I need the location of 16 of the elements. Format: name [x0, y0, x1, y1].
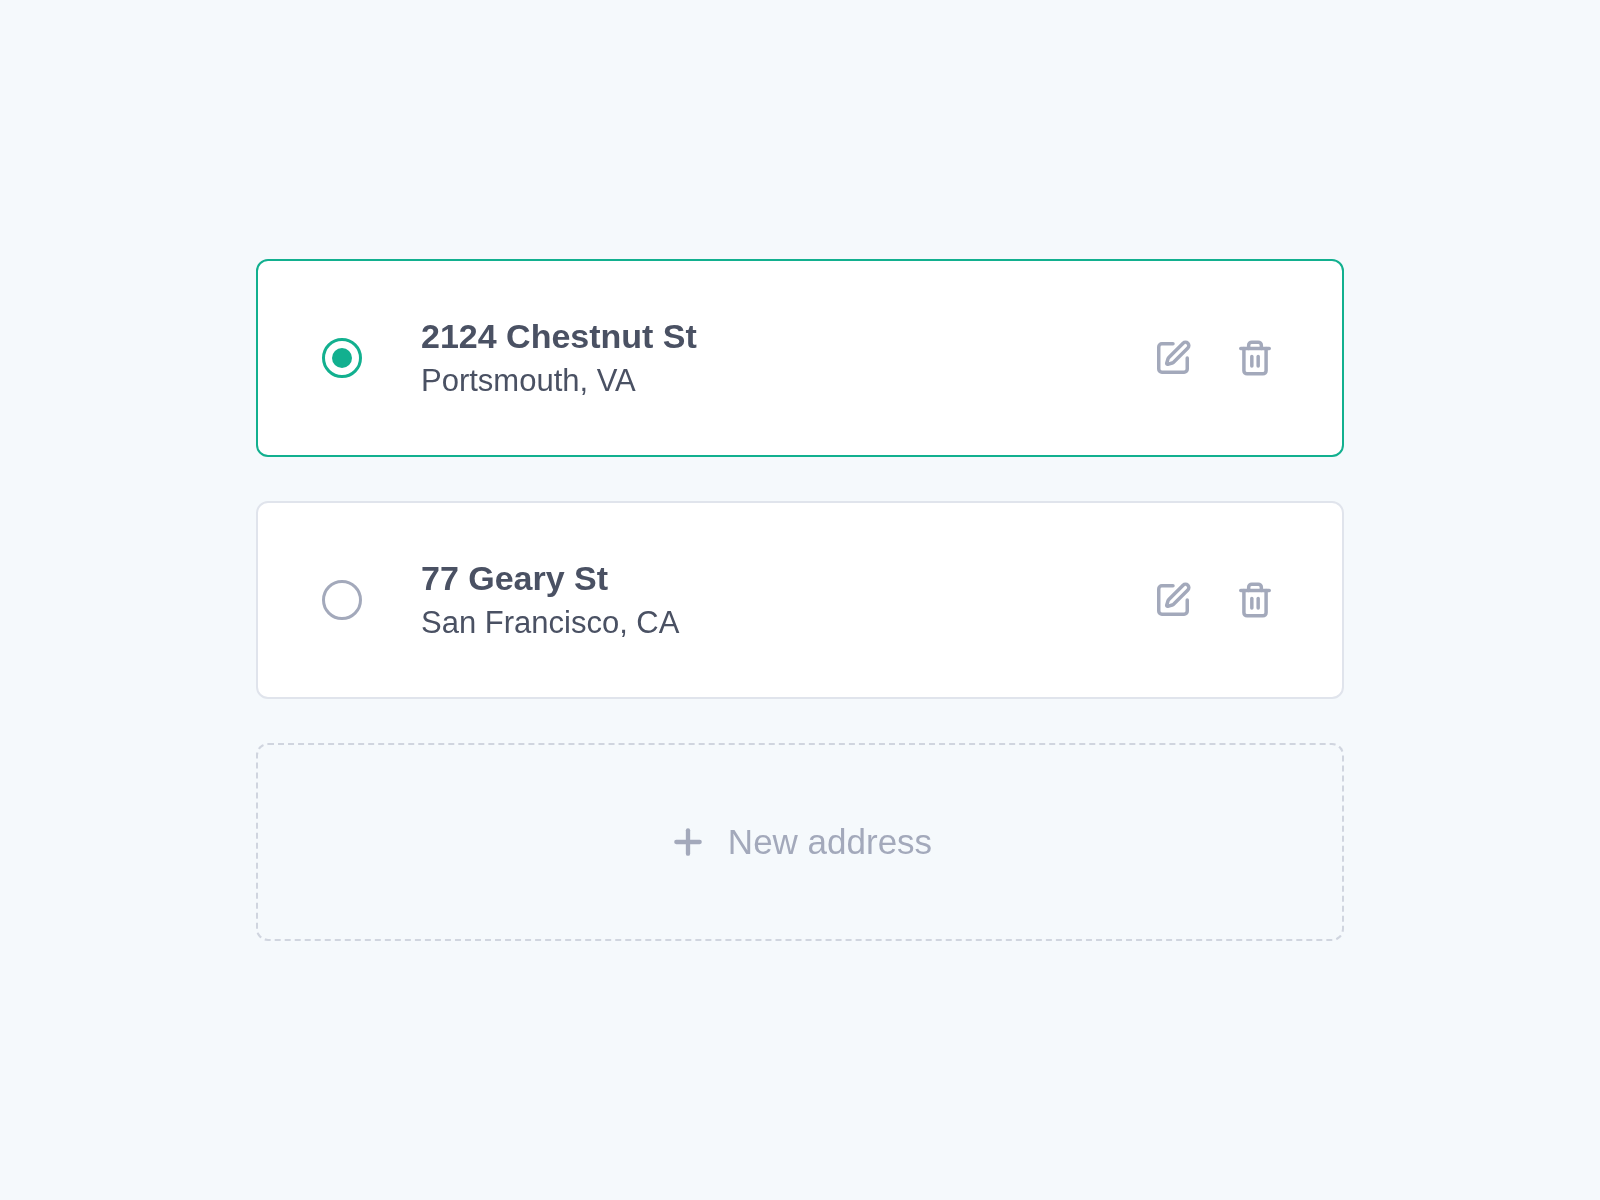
delete-button[interactable]: [1236, 581, 1274, 619]
trash-icon: [1236, 339, 1274, 377]
city-text: Portsmouth, VA: [421, 362, 637, 400]
address-card[interactable]: 2124 Chestnut St Portsmouth, VA: [256, 259, 1344, 457]
edit-button[interactable]: [1154, 581, 1192, 619]
street-text: 77 Geary St: [421, 558, 610, 599]
pencil-square-icon: [1154, 581, 1192, 619]
radio-button[interactable]: [322, 338, 362, 378]
delete-button[interactable]: [1236, 339, 1274, 377]
radio-button[interactable]: [322, 580, 362, 620]
edit-button[interactable]: [1154, 339, 1192, 377]
street-text: 2124 Chestnut St: [421, 316, 698, 357]
city-text: San Francisco, CA: [421, 604, 681, 642]
pencil-square-icon: [1154, 339, 1192, 377]
trash-icon: [1236, 581, 1274, 619]
address-card[interactable]: 77 Geary St San Francisco, CA: [256, 501, 1344, 699]
